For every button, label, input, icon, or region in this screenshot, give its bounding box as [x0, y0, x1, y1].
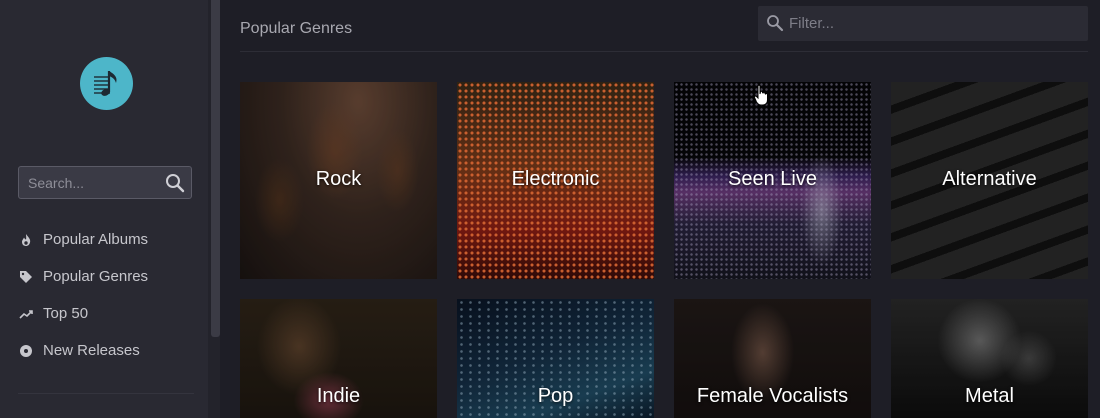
- sidebar-item-label: Top 50: [43, 305, 89, 322]
- genre-label: Electronic: [511, 168, 600, 190]
- sidebar-item-new-releases[interactable]: New Releases: [18, 332, 148, 369]
- sidebar-item-label: Popular Genres: [43, 268, 149, 285]
- tag-icon: [18, 269, 34, 285]
- genre-label: Indie: [316, 385, 361, 407]
- filter-input[interactable]: [789, 6, 1069, 41]
- sidebar-scroll-thumb[interactable]: [211, 0, 220, 337]
- genre-tile-rock[interactable]: Rock: [240, 82, 437, 279]
- genre-tile-alternative[interactable]: Alternative: [891, 82, 1088, 279]
- disc-icon: [18, 343, 34, 359]
- search-icon: [767, 15, 784, 32]
- genre-label: Seen Live: [728, 168, 817, 190]
- genre-label: Alternative: [942, 168, 1037, 190]
- genre-tile-pop[interactable]: Pop: [457, 299, 654, 418]
- genre-tile-female-vocalists[interactable]: Female Vocalists: [674, 299, 871, 418]
- sidebar-item-top-50[interactable]: Top 50: [18, 295, 148, 332]
- sidebar-item-label: Popular Albums: [43, 231, 149, 248]
- sidebar-divider: [18, 393, 194, 394]
- genre-label: Female Vocalists: [696, 385, 849, 407]
- genre-label: Rock: [315, 168, 362, 190]
- genre-label: Metal: [965, 385, 1014, 407]
- sidebar-search: [18, 166, 192, 199]
- hand-cursor-icon: [753, 84, 768, 106]
- genre-tile-electronic[interactable]: Electronic: [457, 82, 654, 279]
- sidebar-item-popular-genres[interactable]: Popular Genres: [18, 258, 148, 295]
- sidebar-item-label: New Releases: [43, 342, 140, 359]
- genre-tile-seen-live[interactable]: Seen Live: [674, 82, 871, 279]
- genre-tile-indie[interactable]: Indie: [240, 299, 437, 418]
- flame-icon: [18, 232, 34, 248]
- sidebar-search-input[interactable]: [28, 167, 158, 198]
- sidebar-nav: Popular Albums Popular Genres Top 50 New…: [18, 221, 148, 369]
- filter-box: [758, 6, 1088, 41]
- search-icon[interactable]: [165, 173, 185, 193]
- sidebar-item-popular-albums[interactable]: Popular Albums: [18, 221, 148, 258]
- genre-label: Pop: [537, 385, 574, 407]
- header-divider: [240, 51, 1088, 52]
- page-title: Popular Genres: [240, 20, 353, 37]
- trending-icon: [18, 306, 34, 322]
- sidebar: Popular Albums Popular Genres Top 50 New…: [0, 0, 208, 418]
- genre-tile-metal[interactable]: Metal: [891, 299, 1088, 418]
- music-note-icon: [93, 70, 117, 96]
- music-note-logo[interactable]: [80, 57, 133, 110]
